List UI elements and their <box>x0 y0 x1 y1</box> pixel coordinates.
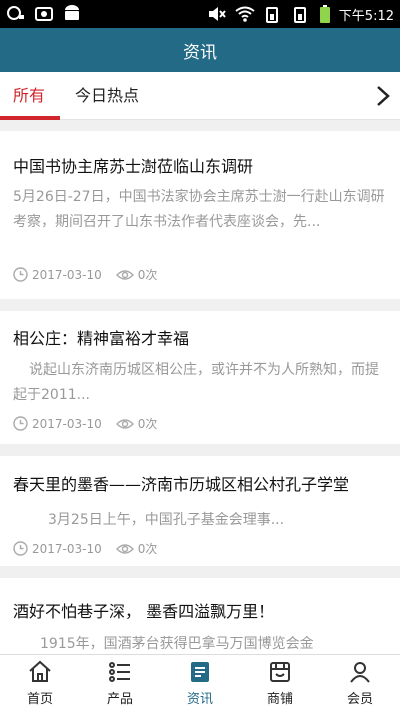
category-tabs: 所有 今日热点 <box>0 72 400 120</box>
signal-icon <box>265 7 278 23</box>
camera-icon <box>35 7 53 21</box>
article-card[interactable]: 中国书协主席苏士澍莅临山东调研 5月26日-27日，中国书法家协会主席苏士澍一行… <box>0 131 400 299</box>
article-date: 2017-03-10 <box>32 267 102 282</box>
article-title[interactable]: 酒好不怕巷子深， 墨香四溢飘万里！ <box>13 598 274 622</box>
nav-label: 会员 <box>346 692 373 707</box>
article-date: 2017-03-10 <box>32 416 102 431</box>
page-header: 资讯 <box>0 28 400 72</box>
article-meta: 2017-03-10 0次 <box>13 415 157 432</box>
clock-icon <box>13 267 28 282</box>
status-time: 下午5:12 <box>338 8 394 24</box>
eye-icon <box>115 543 134 554</box>
bottom-nav: 首页 产品 资讯 商铺 会员 <box>0 654 400 711</box>
article-views: 0次 <box>137 417 158 431</box>
article-summary: 说起山东济南历城区相公庄，或许并不为人所熟知，而提起于2011... <box>13 362 379 403</box>
active-tab-indicator <box>0 116 60 120</box>
home-icon <box>29 660 51 682</box>
nav-label: 资讯 <box>186 692 213 707</box>
article-meta: 2017-03-10 0次 <box>13 540 157 557</box>
nav-label: 产品 <box>106 692 133 707</box>
article-views: 0次 <box>137 542 158 556</box>
android-icon <box>65 5 79 20</box>
nav-member[interactable]: 会员 <box>320 655 400 711</box>
article-title[interactable]: 春天里的墨香——济南市历城区相公村孔子学堂 <box>13 471 349 495</box>
article-summary: 3月25日上午，中国孔子基金会理事... <box>48 512 285 528</box>
nav-label: 首页 <box>26 692 53 707</box>
battery-icon <box>319 5 330 23</box>
tab-all[interactable]: 所有 <box>13 72 45 120</box>
product-list-icon <box>109 662 130 682</box>
tab-today-hot[interactable]: 今日热点 <box>75 72 139 120</box>
sim-icon <box>293 7 306 23</box>
article-title[interactable]: 中国书协主席苏士澍莅临山东调研 <box>13 153 253 177</box>
notification-icon <box>7 6 24 20</box>
chevron-right-icon[interactable] <box>372 84 394 108</box>
nav-label: 商铺 <box>266 692 293 707</box>
page-title: 资讯 <box>183 42 217 63</box>
clock-icon <box>13 416 28 431</box>
article-meta: 2017-03-10 0次 <box>13 266 157 283</box>
mute-icon <box>208 7 226 21</box>
clock-icon <box>13 541 28 556</box>
article-card[interactable]: 相公庄：精神富裕才幸福 说起山东济南历城区相公庄，或许并不为人所熟知，而提起于2… <box>0 311 400 444</box>
member-icon <box>350 662 370 683</box>
nav-products[interactable]: 产品 <box>80 655 160 711</box>
nav-news[interactable]: 资讯 <box>160 655 240 711</box>
article-date: 2017-03-10 <box>32 541 102 556</box>
store-icon <box>270 662 290 682</box>
wifi-icon <box>235 6 255 22</box>
status-bar: 下午5:12 <box>0 0 400 28</box>
eye-icon <box>115 418 134 429</box>
nav-store[interactable]: 商铺 <box>240 655 320 711</box>
news-icon <box>191 662 209 682</box>
article-summary: 5月26日-27日，中国书法家协会主席苏士澍一行赴山东调研考察，期间召开了山东书… <box>13 189 385 230</box>
nav-home[interactable]: 首页 <box>0 655 80 711</box>
article-views: 0次 <box>137 268 158 282</box>
article-card[interactable]: 春天里的墨香——济南市历城区相公村孔子学堂 3月25日上午，中国孔子基金会理事.… <box>0 456 400 566</box>
article-title[interactable]: 相公庄：精神富裕才幸福 <box>13 325 189 349</box>
eye-icon <box>115 269 134 280</box>
